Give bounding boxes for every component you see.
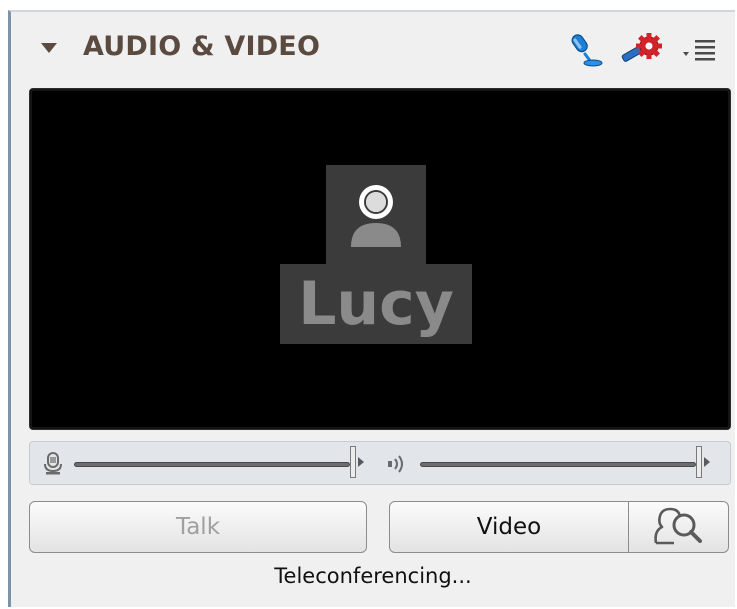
- microphone-settings-icon[interactable]: [565, 32, 605, 68]
- participant-name: Lucy: [298, 269, 454, 339]
- audio-controls-bar: [29, 441, 731, 485]
- speaker-icon[interactable]: [386, 453, 410, 475]
- panel-header: AUDIO & VIDEO: [11, 12, 735, 84]
- audio-video-panel: AUDIO & VIDEO Lucy Talk Video Teleconfer…: [8, 10, 735, 607]
- speaker-volume-slider[interactable]: [696, 446, 702, 478]
- video-preview: Lucy: [29, 88, 731, 430]
- speaker-volume-arrow-icon: [704, 457, 710, 467]
- person-icon: [351, 185, 401, 247]
- gear-settings-icon[interactable]: [619, 32, 665, 70]
- person-search-button[interactable]: [628, 501, 729, 553]
- microphone-volume-arrow-icon: [358, 457, 364, 467]
- microphone-volume-slider[interactable]: [350, 446, 356, 478]
- talk-button[interactable]: Talk: [29, 501, 367, 553]
- person-search-icon: [653, 507, 702, 545]
- panel-title: AUDIO & VIDEO: [83, 31, 321, 62]
- status-text: Teleconferencing...: [274, 564, 472, 588]
- avatar: [326, 165, 426, 265]
- collapse-arrow-icon[interactable]: [41, 43, 57, 53]
- options-menu-icon[interactable]: [679, 32, 723, 66]
- speaker-volume-track[interactable]: [420, 462, 696, 467]
- video-button[interactable]: Video: [389, 501, 629, 553]
- participant-name-label: Lucy: [280, 264, 472, 344]
- microphone-icon[interactable]: [42, 452, 64, 476]
- microphone-volume-track[interactable]: [74, 462, 350, 467]
